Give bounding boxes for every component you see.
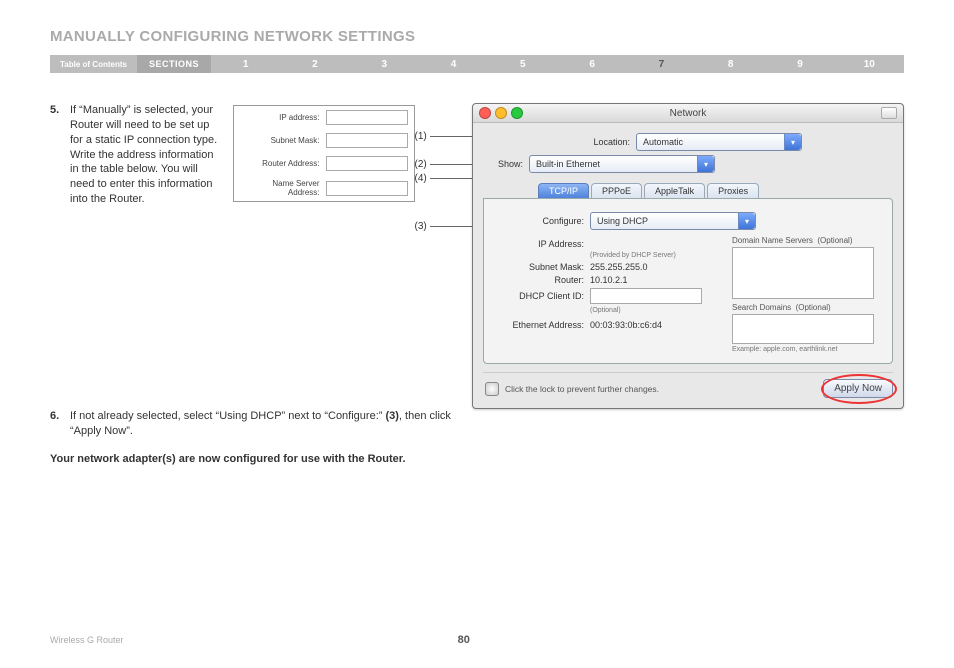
step-5: 5. If “Manually” is selected, your Route… [50,103,223,207]
section-3[interactable]: 3 [350,55,419,73]
sections-label: SECTIONS [137,55,211,73]
router-label: Router: [494,275,590,285]
tab-appletalk[interactable]: AppleTalk [644,183,705,198]
section-10[interactable]: 10 [835,55,904,73]
show-label: Show: [483,159,529,169]
apply-now-button[interactable]: Apply Now [823,379,893,398]
router-value: 10.10.2.1 [590,275,724,285]
tab-proxies[interactable]: Proxies [707,183,759,198]
location-value: Automatic [643,137,683,147]
callout-2: (2) [415,159,480,170]
dhcp-field[interactable] [590,288,702,304]
page-number: 80 [124,634,804,646]
section-8[interactable]: 8 [696,55,765,73]
window-footer: Click the lock to prevent further change… [483,372,893,398]
dhcp-label: DHCP Client ID: [494,291,590,301]
chevron-down-icon: ▾ [784,134,801,150]
network-window: Network Location: Automatic ▾ Show: [472,103,904,409]
ip-hint: (Provided by DHCP Server) [494,252,724,259]
cfg-ip-field[interactable] [326,110,408,125]
toc-link[interactable]: Table of Contents [50,55,137,73]
eth-label: Ethernet Address: [494,320,590,330]
dhcp-hint: (Optional) [494,307,724,314]
tab-tcpip[interactable]: TCP/IP [538,183,589,198]
step-6: 6. If not already selected, select “Usin… [50,409,470,439]
window-title: Network [473,108,903,119]
dns-head: Domain Name Servers [732,236,813,245]
dns-field[interactable] [732,247,874,299]
lock-icon[interactable] [485,382,499,396]
tab-pppoe[interactable]: PPPoE [591,183,642,198]
section-9[interactable]: 9 [765,55,834,73]
subnet-label: Subnet Mask: [494,262,590,272]
window-titlebar: Network [473,104,903,123]
callout-1: (1) [415,131,480,142]
step-6-text: If not already selected, select “Using D… [70,409,470,439]
sd-head: Search Domains [732,303,791,312]
configure-value: Using DHCP [597,216,648,226]
cfg-ip-label: IP address: [240,113,326,122]
cfg-router-field[interactable] [326,156,408,171]
config-table: IP address: Subnet Mask: Router Address:… [233,105,415,202]
dns-optional: (Optional) [817,236,852,245]
section-nav-bar: Table of Contents SECTIONS 1 2 3 4 5 6 7… [50,55,904,73]
conclusion-text: Your network adapter(s) are now configur… [50,453,470,465]
configure-label: Configure: [494,216,590,226]
tab-bar: TCP/IP PPPoE AppleTalk Proxies [538,183,893,198]
eth-value: 00:03:93:0b:c6:d4 [590,320,724,330]
location-select[interactable]: Automatic ▾ [636,133,802,151]
cfg-router-label: Router Address: [240,159,326,168]
ip-label: IP Address: [494,239,590,249]
chevron-down-icon: ▾ [697,156,714,172]
cfg-subnet-field[interactable] [326,133,408,148]
step-5-number: 5. [50,103,70,207]
page-footer: Wireless G Router 80 [50,634,904,646]
cfg-ns-field[interactable] [326,181,408,196]
section-4[interactable]: 4 [419,55,488,73]
subnet-value: 255.255.255.0 [590,262,724,272]
section-5[interactable]: 5 [488,55,557,73]
cfg-subnet-label: Subnet Mask: [240,136,326,145]
sd-field[interactable] [732,314,874,344]
product-name: Wireless G Router [50,635,124,645]
cfg-ns-label: Name Server Address: [240,179,326,197]
configure-select[interactable]: Using DHCP ▾ [590,212,756,230]
lock-text: Click the lock to prevent further change… [505,384,823,394]
page-title: MANUALLY CONFIGURING NETWORK SETTINGS [50,28,904,45]
location-label: Location: [574,137,636,147]
step-6-number: 6. [50,409,70,439]
section-7[interactable]: 7 [627,55,696,73]
toolbar-toggle-icon[interactable] [881,107,897,119]
tcpip-panel: Configure: Using DHCP ▾ IP Address: (Pro… [483,198,893,364]
sd-optional: (Optional) [796,303,831,312]
section-2[interactable]: 2 [280,55,349,73]
show-value: Built-in Ethernet [536,159,600,169]
section-6[interactable]: 6 [557,55,626,73]
sd-example: Example: apple.com, earthlink.net [732,346,882,353]
show-select[interactable]: Built-in Ethernet ▾ [529,155,715,173]
section-1[interactable]: 1 [211,55,280,73]
chevron-down-icon: ▾ [738,213,755,229]
step-5-text: If “Manually” is selected, your Router w… [70,103,223,207]
